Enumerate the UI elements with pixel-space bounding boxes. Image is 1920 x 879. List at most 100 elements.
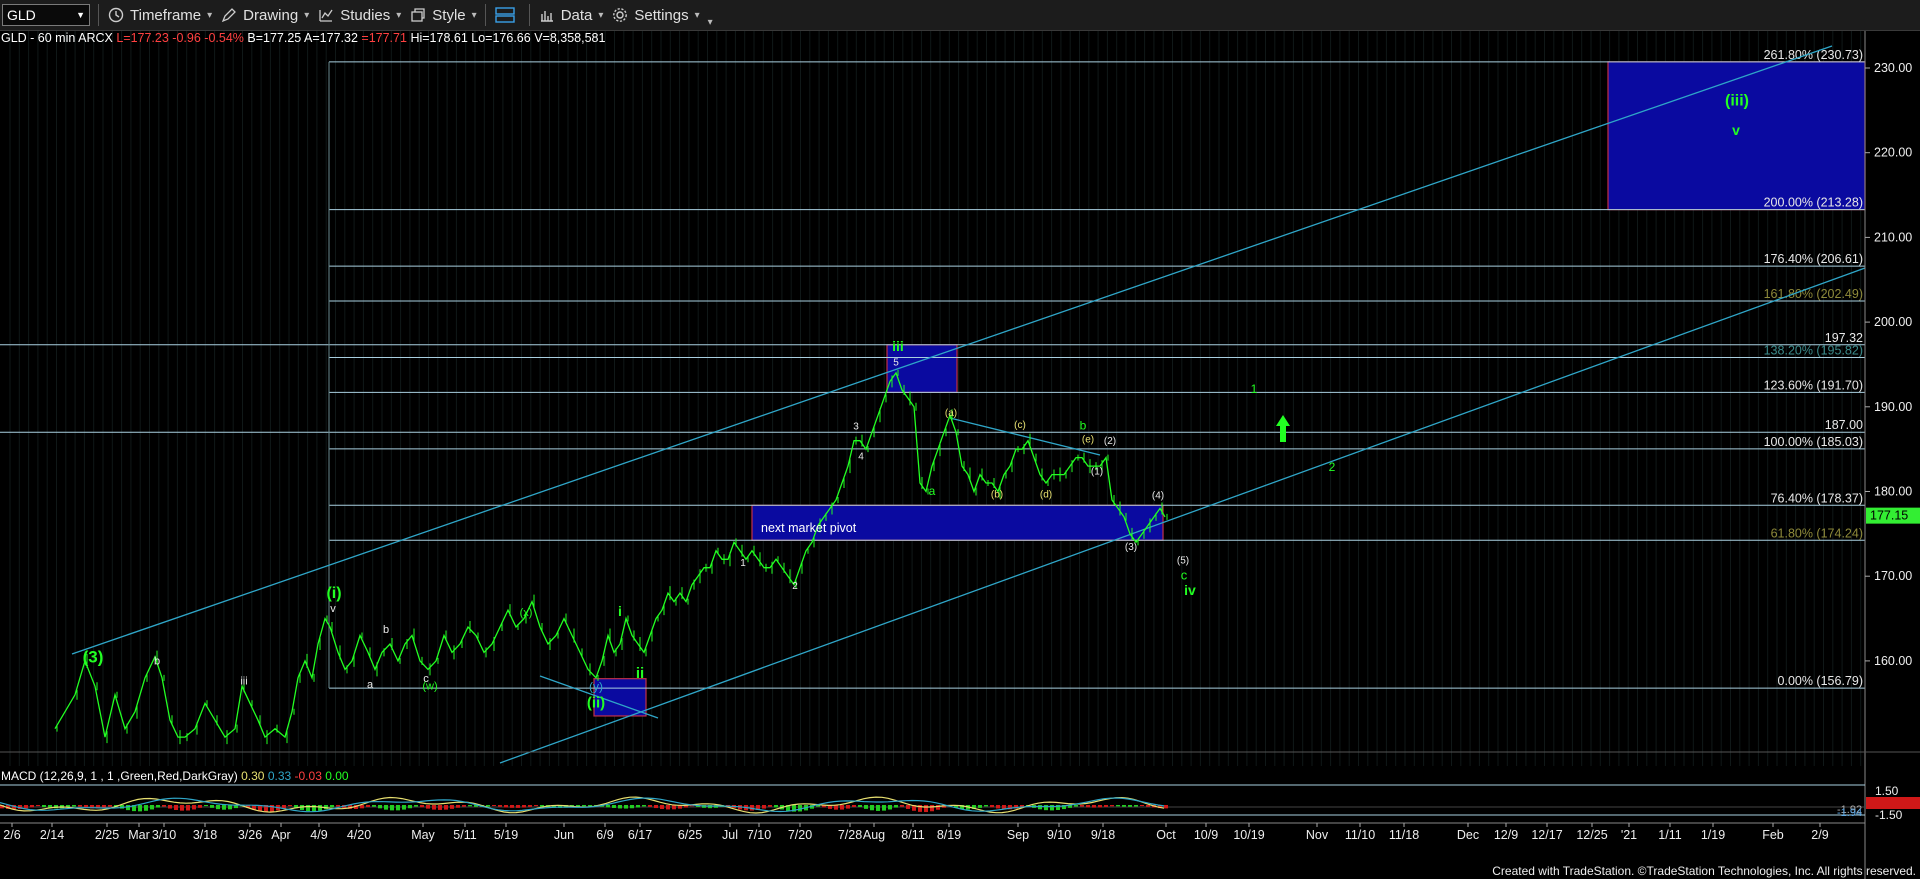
macd-histogram-bar (858, 805, 862, 807)
fib-level-label: 123.60% (191.70) (1764, 378, 1863, 392)
time-tick-label: 7/28 (838, 828, 862, 842)
fib-level-label: 187.00 (1825, 418, 1863, 432)
macd-histogram-bar (156, 805, 160, 808)
wave-label: (iii) (1725, 92, 1749, 109)
macd-info-line: MACD (12,26,9, 1 , 1 ,Green,Red,DarkGray… (1, 769, 349, 783)
gear-icon (611, 6, 629, 24)
macd-histogram-bar (978, 805, 982, 808)
last-price: L=177.23 (116, 31, 169, 45)
macd-histogram-bar (1116, 805, 1120, 807)
time-tick-label: 6/9 (596, 828, 613, 842)
price-tick-label: 220.00 (1874, 146, 1912, 160)
change: -0.96 (172, 31, 201, 45)
macd-histogram-bar (288, 805, 292, 807)
time-tick-label: 5/19 (494, 828, 518, 842)
macd-histogram-bar (774, 805, 778, 808)
settings-label: Settings (634, 6, 689, 24)
macd-histogram-bar (612, 805, 616, 808)
layout-button[interactable] (494, 3, 521, 27)
time-tick-label: 12/9 (1494, 828, 1518, 842)
wave-label: (4) (1152, 490, 1164, 501)
time-tick-label: 11/10 (1345, 828, 1375, 842)
time-tick-label: 2/9 (1811, 828, 1828, 842)
toolbar-overflow-icon[interactable]: ▾ (708, 17, 713, 28)
style-label: Style (432, 6, 466, 24)
time-tick-label: 2/25 (95, 828, 119, 842)
macd-histogram-bar (636, 805, 640, 808)
settings-button[interactable]: Settings ▾ (611, 3, 700, 27)
macd-histogram-bar (390, 805, 394, 811)
caret-icon: ▾ (694, 9, 700, 21)
time-tick-label: 4/20 (347, 828, 371, 842)
timeframe-label: Timeframe (130, 6, 202, 24)
macd-histogram-bar (882, 805, 886, 811)
caret-icon: ▾ (598, 9, 604, 21)
footer-credit: Created with TradeStation. ©TradeStation… (1492, 864, 1916, 878)
macd-histogram-bar (144, 805, 148, 811)
studies-button[interactable]: Studies ▾ (317, 3, 401, 27)
macd-histogram-bar (1044, 805, 1048, 811)
macd-histogram-bar (462, 805, 466, 807)
price-tick-label: 160.00 (1874, 654, 1912, 668)
wave-label: iv (1184, 582, 1196, 598)
symbol-desc: GLD - 60 min ARCX (1, 31, 113, 45)
toolbar-divider (484, 4, 486, 26)
fib-level-label: 61.80% (174.24) (1771, 526, 1863, 540)
macd-histogram-bar (510, 805, 514, 808)
style-button[interactable]: Style ▾ (409, 3, 477, 27)
macd-histogram-bar (216, 805, 220, 810)
time-tick-label: 1/19 (1701, 828, 1725, 842)
macd-histogram-bar (1134, 805, 1138, 807)
macd-histogram-bar (516, 805, 520, 808)
wave-label: (d) (1040, 489, 1052, 500)
macd-histogram-bar (414, 805, 418, 807)
macd-histogram-bar (1050, 805, 1054, 811)
clock-icon (107, 6, 125, 24)
data-button[interactable]: Data ▾ (538, 3, 604, 27)
macd-histogram-bar (1038, 805, 1042, 810)
macd-histogram-bar (126, 805, 130, 811)
time-tick-label: 6/25 (678, 828, 702, 842)
time-tick-label: 2/6 (3, 828, 20, 842)
macd-histogram-bar (228, 805, 232, 810)
macd-histogram-bar (1074, 805, 1078, 807)
wave-label: b (154, 655, 160, 667)
macd-histogram-bar (888, 805, 892, 810)
toolbar-divider (528, 4, 530, 26)
macd-histogram-bar (840, 805, 844, 810)
macd-histogram-bar (438, 805, 442, 810)
price-tick-label: 210.00 (1874, 230, 1912, 244)
wave-label: 4 (858, 451, 864, 462)
macd-histogram-bar (330, 805, 334, 808)
timeframe-button[interactable]: Timeframe ▾ (107, 3, 212, 27)
macd-histogram-bar (420, 805, 424, 808)
wave-label: 5 (893, 357, 899, 368)
macd-histogram-bar (210, 805, 214, 808)
time-tick-label: 7/20 (788, 828, 812, 842)
wave-label: (i) (326, 585, 341, 602)
fib-level-label: 200.00% (213.28) (1764, 196, 1863, 210)
macd-histogram-bar (372, 805, 376, 807)
macd-histogram-bar (768, 805, 772, 807)
macd-histogram-bar (78, 805, 82, 807)
time-tick-label: 7/10 (747, 828, 771, 842)
macd-histogram-bar (450, 805, 454, 809)
symbol-selector[interactable]: GLD ▼ (2, 4, 90, 26)
last-trade: =177.71 (361, 31, 407, 45)
macd-histogram-bar (876, 805, 880, 811)
macd-histogram-bar (72, 805, 76, 807)
wave-label: a (929, 484, 936, 498)
macd-histogram-bar (468, 805, 472, 807)
macd-histogram-bar (402, 805, 406, 810)
macd-histogram-bar (894, 805, 898, 808)
time-tick-label: 9/18 (1091, 828, 1115, 842)
macd-histogram-bar (30, 805, 34, 808)
wave-label: (a) (945, 408, 957, 419)
price-chart[interactable]: 261.80% (230.73)200.00% (213.28)176.40% … (0, 31, 1920, 879)
macd-histogram-bar (1110, 805, 1114, 807)
drawing-button[interactable]: Drawing ▾ (220, 3, 309, 27)
macd-histogram-bar (528, 805, 532, 807)
data-label: Data (560, 6, 593, 24)
time-tick-label: 12/17 (1531, 828, 1562, 842)
toolbar-divider (98, 4, 99, 26)
